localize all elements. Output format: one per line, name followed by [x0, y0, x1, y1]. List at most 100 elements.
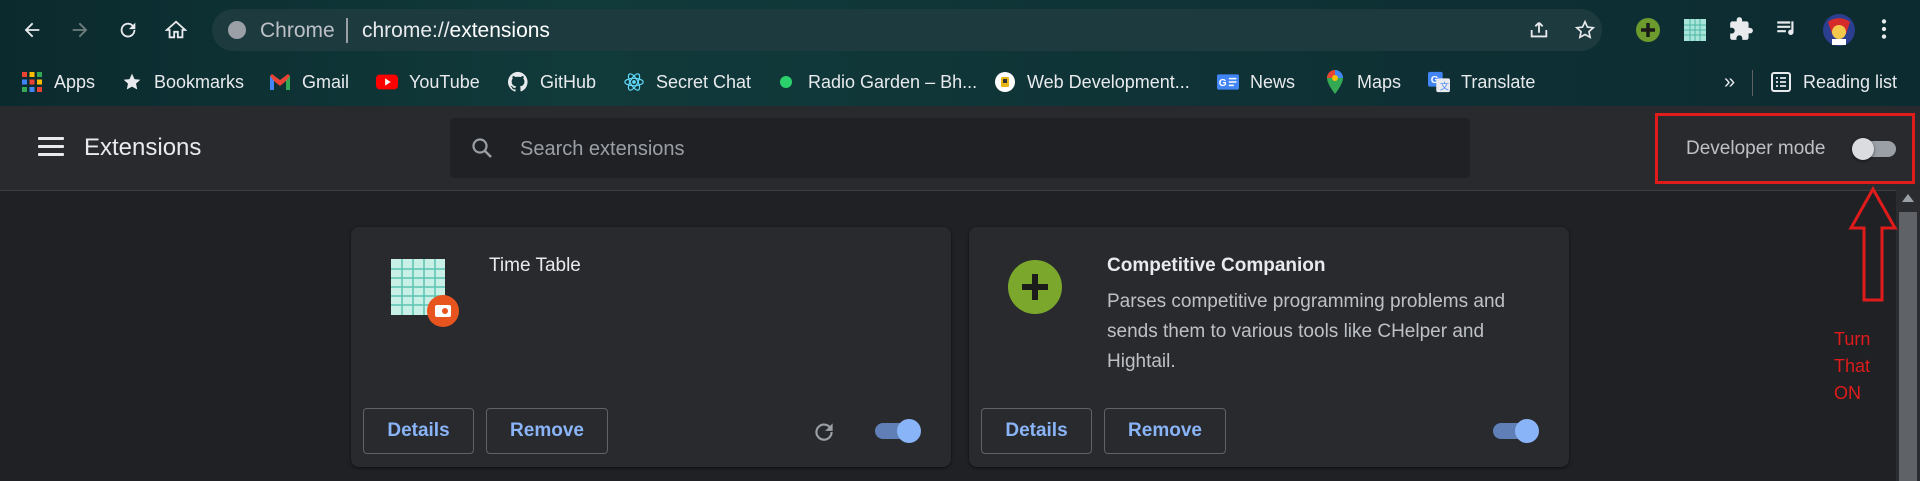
extension-enable-toggle[interactable]: [1493, 419, 1539, 443]
bookmarks-bar: Apps Bookmarks Gmail YouTube GitHub Secr…: [0, 60, 1920, 106]
toggle-knob: [897, 419, 921, 443]
reload-extension-button[interactable]: [811, 419, 837, 445]
svg-text:文: 文: [1440, 80, 1449, 91]
extensions-puzzle-icon: [1730, 17, 1753, 40]
remove-button[interactable]: Remove: [1104, 408, 1226, 454]
reload-button[interactable]: [109, 11, 147, 49]
details-button[interactable]: Details: [981, 408, 1092, 454]
bookmark-youtube[interactable]: YouTube: [376, 66, 480, 98]
youtube-icon: [376, 71, 398, 93]
bookmark-label: YouTube: [409, 71, 480, 92]
star-icon: [121, 71, 143, 93]
hamburger-icon: [38, 137, 64, 140]
media-controls-icon: [1777, 21, 1794, 36]
github-icon: [507, 71, 529, 93]
bookmark-gmail[interactable]: Gmail: [269, 66, 349, 98]
extension-card-time-table: Time Table Details Remove: [351, 227, 951, 467]
search-input[interactable]: [518, 118, 1422, 180]
bookmark-maps[interactable]: Maps: [1324, 66, 1401, 98]
hamburger-icon-line: [38, 153, 64, 156]
annotation-arrow-icon: [1848, 186, 1898, 302]
share-icon: [1530, 22, 1548, 38]
developer-mode-label: Developer mode: [1686, 138, 1826, 159]
extension-enable-toggle[interactable]: [875, 419, 921, 443]
extension-name: Time Table: [489, 255, 581, 276]
more-menu-button[interactable]: [1871, 16, 1899, 44]
extension-description: Parses competitive programming problems …: [1107, 291, 1506, 372]
share-button[interactable]: [1528, 19, 1550, 41]
web-dev-icon: [994, 71, 1016, 93]
browser-chrome: Chrome chrome://extensions Apps Bookmark…: [0, 0, 1920, 106]
details-button[interactable]: Details: [363, 408, 474, 454]
bookmark-secret-chat[interactable]: Secret Chat: [623, 66, 751, 98]
annotation-line: Turn: [1834, 329, 1871, 349]
main-menu-button[interactable]: [38, 137, 64, 157]
more-menu-icon: [1881, 19, 1887, 39]
bookmark-news[interactable]: G News: [1217, 66, 1295, 98]
bookmark-star-button[interactable]: [1574, 19, 1596, 41]
search-icon: [470, 136, 494, 165]
hamburger-icon-line: [38, 145, 64, 148]
bookmark-label: Radio Garden – Bh...: [808, 71, 978, 92]
bookmark-radio-garden[interactable]: Radio Garden – Bh...: [775, 66, 977, 98]
bookmark-github[interactable]: GitHub: [507, 66, 596, 98]
bookmark-label: Maps: [1357, 71, 1402, 92]
bookmarks-divider: [1752, 70, 1753, 96]
bookmark-label: Bookmarks: [154, 71, 245, 92]
reading-list-icon: [1770, 71, 1792, 93]
scrollbar-thumb[interactable]: [1899, 212, 1917, 481]
google-translate-icon: G文: [1428, 71, 1450, 93]
url-separator: [346, 18, 348, 43]
profile-avatar[interactable]: [1822, 13, 1856, 47]
search-box[interactable]: [450, 118, 1470, 180]
bookmark-label: Secret Chat: [656, 71, 752, 92]
extension-name: Competitive Companion: [1107, 255, 1326, 276]
remove-button[interactable]: Remove: [486, 408, 608, 454]
home-icon: [165, 20, 187, 39]
bookmark-label: News: [1250, 71, 1296, 92]
forward-icon: [72, 22, 88, 38]
extensions-puzzle-button[interactable]: [1728, 16, 1756, 44]
url-text[interactable]: chrome://extensions: [362, 19, 550, 43]
annotation-text: Turn That ON: [1834, 326, 1870, 407]
url-scheme-label: Chrome: [260, 19, 335, 42]
bookmark-translate[interactable]: G文 Translate: [1428, 66, 1535, 98]
forward-button[interactable]: [61, 11, 99, 49]
url-host: extensions: [449, 19, 550, 42]
site-info-icon[interactable]: [228, 21, 246, 39]
competitive-companion-toolbar-icon[interactable]: [1634, 16, 1662, 44]
timetable-toolbar-icon[interactable]: [1681, 16, 1709, 44]
address-bar[interactable]: Chrome chrome://extensions: [212, 9, 1602, 51]
reading-list-label: Reading list: [1803, 71, 1898, 92]
developer-mode-toggle[interactable]: [1852, 138, 1898, 160]
home-button[interactable]: [157, 11, 195, 49]
annotation-line: ON: [1834, 383, 1861, 403]
bookmark-apps[interactable]: Apps: [21, 66, 95, 98]
bookmark-web-development[interactable]: Web Development...: [994, 66, 1190, 98]
timetable-extension-icon: [389, 257, 461, 329]
bookmark-label: Web Development...: [1027, 71, 1190, 92]
google-maps-icon: [1324, 70, 1346, 94]
google-news-icon: G: [1217, 71, 1239, 93]
bookmark-label: Translate: [1461, 71, 1536, 92]
page-scrollbar[interactable]: [1896, 190, 1920, 481]
reading-list-button[interactable]: Reading list: [1770, 66, 1897, 98]
svg-text:G: G: [1219, 78, 1227, 89]
star-icon: [1574, 19, 1596, 39]
react-icon: [623, 71, 645, 93]
bookmark-bookmarks[interactable]: Bookmarks: [121, 66, 244, 98]
toggle-knob: [1852, 138, 1874, 160]
scroll-up-arrow-icon[interactable]: [1902, 194, 1914, 202]
page-title: Extensions: [84, 134, 202, 161]
extensions-header: Extensions: [0, 106, 1920, 191]
apps-grid-icon: [21, 71, 43, 93]
bookmarks-overflow-button[interactable]: »: [1724, 66, 1735, 98]
reload-icon: [120, 22, 136, 38]
media-controls-button[interactable]: [1774, 16, 1802, 44]
back-button[interactable]: [13, 11, 51, 49]
extension-card-competitive-companion: Competitive Companion Parses competitive…: [969, 227, 1569, 467]
browser-toolbar: Chrome chrome://extensions: [0, 0, 1920, 60]
bookmark-label: Gmail: [302, 71, 350, 92]
reload-icon: [815, 423, 833, 441]
toggle-knob: [1515, 419, 1539, 443]
